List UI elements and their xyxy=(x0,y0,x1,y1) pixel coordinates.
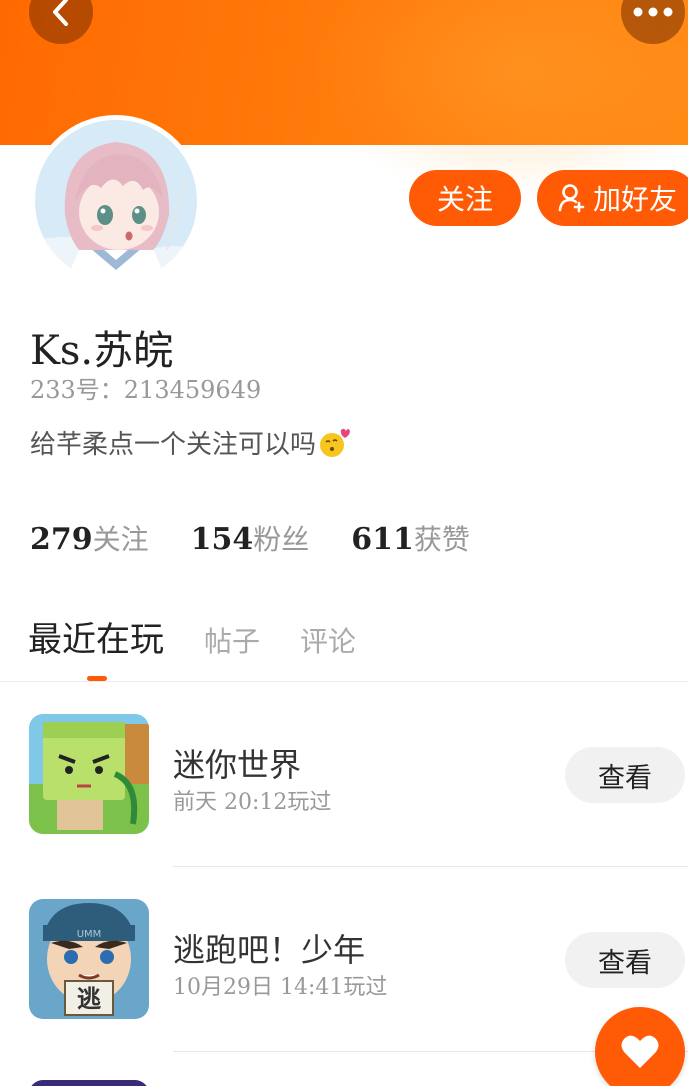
chevron-left-icon xyxy=(53,0,68,26)
user-id: 233号：213459649 xyxy=(30,376,262,404)
add-user-icon xyxy=(557,183,587,213)
list-item[interactable]: UMM 逃 逃跑吧！少年 10月29日 14:41玩过 查看 xyxy=(0,899,688,1084)
kissing-face-emoji xyxy=(318,428,351,458)
follow-button[interactable]: 关注 xyxy=(409,170,521,226)
mini-world-game-icon xyxy=(29,714,149,834)
list-item[interactable]: 迷你世界 前天 20:12玩过 查看 xyxy=(0,714,688,899)
content-tabs: 最近在玩 帖子 评论 xyxy=(28,612,396,661)
add-friend-button[interactable]: 加好友 xyxy=(537,170,688,226)
game-played-time: 10月29日 14:41玩过 xyxy=(173,975,388,1000)
stat-label: 获赞 xyxy=(413,523,470,556)
avatar[interactable] xyxy=(30,115,202,287)
tabs-divider xyxy=(0,681,688,682)
stat-number: 611 xyxy=(351,522,414,557)
game-icon-partial xyxy=(29,1080,149,1086)
stat-following[interactable]: 279 关注 xyxy=(30,518,149,558)
game-played-time: 前天 20:12玩过 xyxy=(173,790,332,815)
tab-posts[interactable]: 帖子 xyxy=(204,620,260,660)
stat-number: 279 xyxy=(30,522,93,557)
row-divider xyxy=(173,866,688,867)
tab-recently-played[interactable]: 最近在玩 xyxy=(28,612,164,661)
follow-button-label: 关注 xyxy=(436,183,493,216)
stat-likes[interactable]: 611 获赞 xyxy=(351,518,470,558)
heart-icon xyxy=(621,1035,659,1068)
stat-followers[interactable]: 154 粉丝 xyxy=(191,518,310,558)
game-title: 逃跑吧！少年 xyxy=(173,931,366,969)
tab-comments[interactable]: 评论 xyxy=(300,620,356,660)
anime-girl-avatar xyxy=(35,120,197,282)
sign-text: 逃 xyxy=(77,985,101,1013)
cap-label: UMM xyxy=(77,929,102,940)
add-friend-button-label: 加好友 xyxy=(593,183,678,216)
stat-number: 154 xyxy=(190,522,254,557)
stat-label: 粉丝 xyxy=(253,523,310,556)
username: Ks.苏皖 xyxy=(30,328,174,374)
profile-stats: 279 关注 154 粉丝 611 获赞 xyxy=(30,518,512,558)
bio: 给芊柔点一个关注可以吗 xyxy=(30,424,351,461)
more-dots-icon xyxy=(633,7,673,17)
view-button[interactable]: 查看 xyxy=(565,932,685,988)
stat-label: 关注 xyxy=(92,523,149,556)
view-button[interactable]: 查看 xyxy=(565,747,685,803)
bio-text: 给芊柔点一个关注可以吗 xyxy=(30,430,317,460)
escape-game-icon: UMM 逃 xyxy=(29,899,149,1019)
game-title: 迷你世界 xyxy=(173,746,302,784)
profile-page: 关注 加好友 Ks.苏皖 233号：213459649 给芊柔点一个关注可以吗 xyxy=(0,0,688,1086)
